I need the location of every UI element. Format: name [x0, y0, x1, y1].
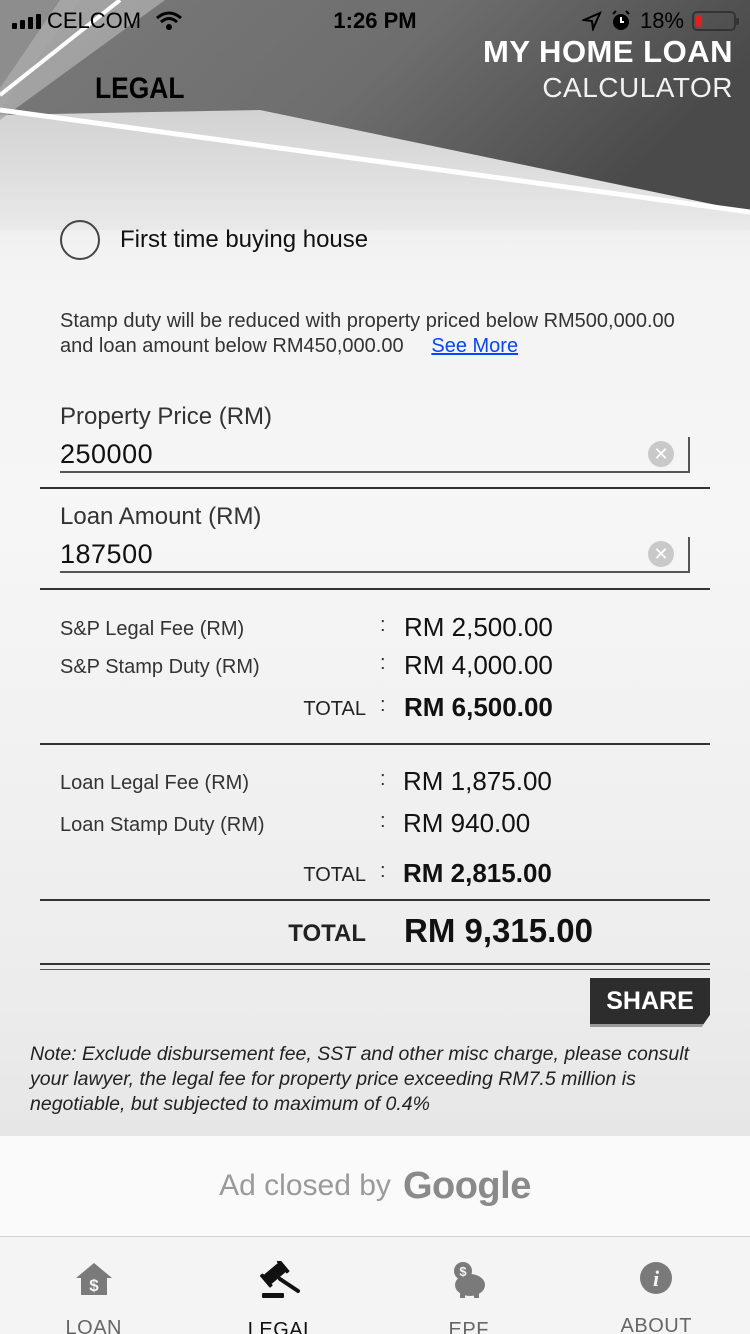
grand-total-label: TOTAL — [288, 920, 366, 947]
loan-legal-fee-label: Loan Legal Fee (RM) — [60, 772, 249, 794]
colon: : — [380, 652, 386, 674]
app-title-line2: CALCULATOR — [542, 72, 733, 103]
sp-stamp-duty-label: S&P Stamp Duty (RM) — [60, 656, 260, 678]
property-price-label: Property Price (RM) — [60, 403, 273, 430]
colon: : — [380, 694, 386, 716]
divider — [40, 969, 710, 970]
loan-total-value: RM 2,815.00 — [403, 858, 552, 888]
colon: : — [380, 860, 386, 882]
gavel-icon — [259, 1261, 303, 1299]
loan-legal-fee-row: Loan Legal Fee (RM) : RM 1,875.00 — [60, 766, 700, 800]
loan-amount-field: Loan Amount (RM) 187500 ✕ — [60, 503, 690, 573]
battery-icon — [692, 11, 739, 31]
tab-epf[interactable]: $ EPF — [375, 1237, 563, 1334]
share-button[interactable]: SHARE — [590, 978, 710, 1027]
disclaimer-note: Note: Exclude disbursement fee, SST and … — [30, 1043, 690, 1115]
page-title: LEGAL — [95, 72, 185, 105]
tab-legal[interactable]: LEGAL — [188, 1237, 376, 1334]
first-time-buyer-radio[interactable] — [60, 220, 100, 260]
sp-stamp-duty-value: RM 4,000.00 — [404, 650, 553, 680]
tab-loan-label: LOAN — [65, 1317, 122, 1334]
svg-text:$: $ — [89, 1276, 99, 1295]
battery-level — [696, 15, 702, 27]
sp-total-label: TOTAL — [303, 698, 366, 720]
ad-text: Ad closed by — [219, 1169, 391, 1202]
loan-legal-fee-value: RM 1,875.00 — [403, 766, 552, 796]
loan-amount-value[interactable]: 187500 — [60, 539, 153, 570]
property-price-field: Property Price (RM) 250000 ✕ — [60, 403, 690, 473]
loan-total-label: TOTAL — [303, 864, 366, 886]
clear-icon[interactable]: ✕ — [648, 441, 674, 467]
grand-total-value: RM 9,315.00 — [404, 912, 593, 949]
app-title-line1: MY HOME LOAN — [483, 34, 733, 69]
grand-total-row: TOTAL RM 9,315.00 — [40, 912, 710, 956]
ad-banner: Ad closed by Google — [0, 1136, 750, 1236]
colon: : — [380, 768, 386, 790]
loan-stamp-duty-label: Loan Stamp Duty (RM) — [60, 814, 265, 836]
status-right: 18% — [581, 8, 739, 34]
divider — [40, 963, 710, 965]
sp-legal-fee-label: S&P Legal Fee (RM) — [60, 618, 245, 640]
tab-epf-label: EPF — [448, 1319, 489, 1334]
svg-text:i: i — [653, 1266, 660, 1291]
info-icon: i — [634, 1261, 678, 1295]
stamp-duty-note-text: Stamp duty will be reduced with property… — [60, 310, 675, 357]
stamp-duty-note: Stamp duty will be reduced with property… — [60, 309, 680, 359]
colon: : — [380, 810, 386, 832]
divider — [40, 588, 710, 590]
sp-total-row: TOTAL : RM 6,500.00 — [60, 692, 700, 726]
house-dollar-icon: $ — [72, 1261, 116, 1297]
see-more-link[interactable]: See More — [431, 335, 518, 357]
sp-legal-fee-value: RM 2,500.00 — [404, 612, 553, 642]
tab-about[interactable]: i ABOUT — [563, 1237, 750, 1334]
tab-legal-label: LEGAL — [247, 1319, 315, 1334]
tab-about-label: ABOUT — [620, 1315, 692, 1334]
sp-legal-fee-row: S&P Legal Fee (RM) : RM 2,500.00 — [60, 612, 700, 646]
first-time-buyer-option[interactable]: First time buying house — [60, 220, 368, 260]
loan-total-row: TOTAL : RM 2,815.00 — [60, 858, 700, 892]
loan-amount-label: Loan Amount (RM) — [60, 503, 262, 530]
app-title: MY HOME LOAN CALCULATOR — [483, 34, 733, 104]
piggy-bank-icon: $ — [447, 1261, 491, 1299]
tab-bar: $ LOAN LEGAL $ EPF i ABOUT — [0, 1236, 750, 1334]
property-price-value[interactable]: 250000 — [60, 439, 153, 470]
svg-text:$: $ — [459, 1264, 467, 1279]
first-time-buyer-label: First time buying house — [120, 226, 369, 253]
google-logo: Google — [402, 1164, 531, 1207]
clear-icon[interactable]: ✕ — [648, 541, 674, 567]
screen: CELCOM 1:26 PM 18% MY HOME LOAN CALCULAT… — [0, 0, 750, 1334]
property-price-input[interactable]: 250000 ✕ — [60, 437, 690, 473]
loan-stamp-duty-row: Loan Stamp Duty (RM) : RM 940.00 — [60, 808, 700, 842]
colon: : — [380, 614, 386, 636]
battery-percent: 18% — [639, 8, 684, 33]
alarm-icon — [612, 10, 630, 30]
divider — [40, 899, 710, 901]
sp-stamp-duty-row: S&P Stamp Duty (RM) : RM 4,000.00 — [60, 650, 700, 684]
sp-total-value: RM 6,500.00 — [404, 692, 553, 722]
loan-stamp-duty-value: RM 940.00 — [403, 808, 531, 838]
divider — [40, 743, 710, 745]
tab-loan[interactable]: $ LOAN — [0, 1237, 188, 1334]
loan-amount-input[interactable]: 187500 ✕ — [60, 537, 690, 573]
divider — [40, 487, 710, 489]
location-icon — [581, 11, 602, 31]
